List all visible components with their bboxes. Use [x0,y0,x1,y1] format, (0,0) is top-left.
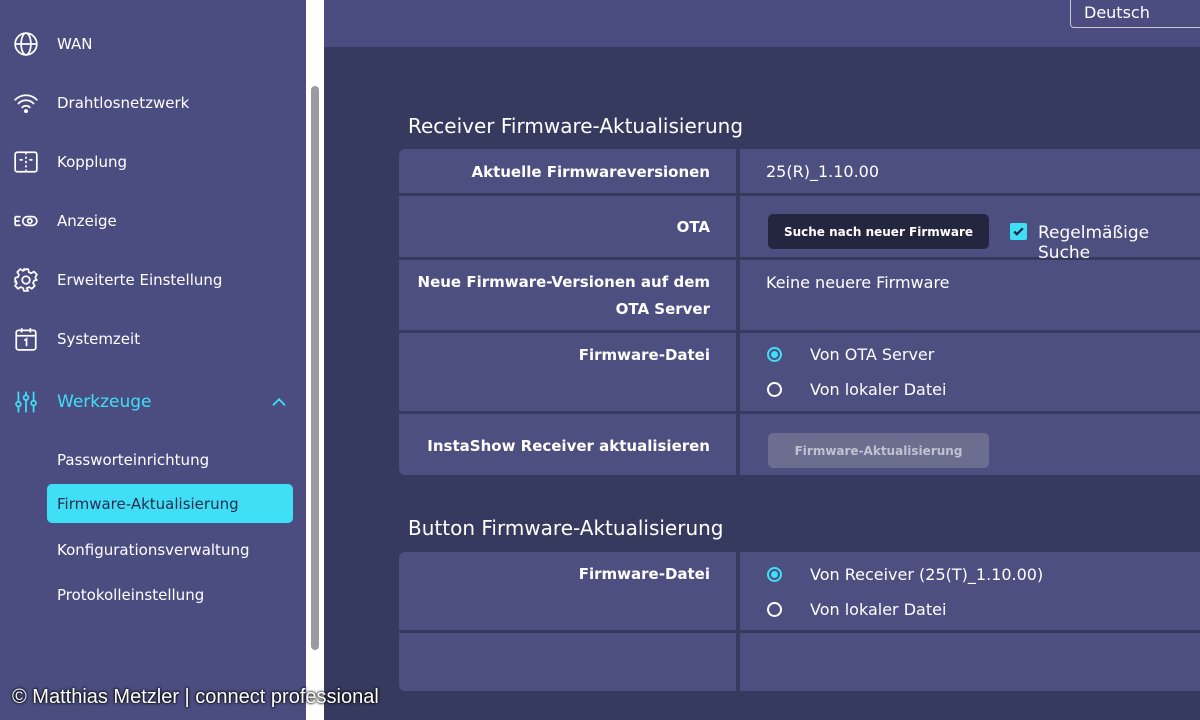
row-button-firmware-file: Firmware-Datei Von Receiver (25(T)_1.10.… [399,552,1200,630]
top-bar [324,0,1200,47]
radio-ota-server[interactable] [767,347,782,362]
scrollbar-thumb[interactable] [311,86,319,650]
row-firmware-file: Firmware-Datei Von OTA Server Von lokale… [399,333,1200,411]
sidebar-item-label: Anzeige [57,212,117,230]
sidebar-item-label: Erweiterte Einstellung [57,271,223,289]
row-label-cell: Aktuelle Firmwareversionen [399,149,736,193]
sidebar-subitem-firmware[interactable]: Firmware-Aktualisierung [47,484,293,523]
sidebar-item-label: Systemzeit [57,330,141,348]
sliders-icon [12,388,40,416]
radio-button-local-file[interactable] [767,602,782,617]
search-firmware-button[interactable]: Suche nach neuer Firmware [768,214,989,249]
row-value-cell: Keine neuere Firmware [740,260,1200,330]
sidebar-subitem-label: Protokolleinstellung [57,585,205,604]
check-icon [1013,227,1024,236]
sidebar-item-label: WAN [57,35,93,53]
sidebar-subitem-password[interactable]: Passworteinrichtung [47,440,293,479]
wifi-icon [12,89,40,117]
row-value-cell: Suche nach neuer Firmware Regelmäßige Su… [740,196,1200,263]
sidebar-subitem-log[interactable]: Protokolleinstellung [47,575,293,614]
row-ota: OTA Suche nach neuer Firmware Regelmäßig… [399,196,1200,263]
sidebar-item-system-time[interactable]: Systemzeit [0,316,306,362]
row-value-cell: Von OTA Server Von lokaler Datei [740,333,1200,411]
language-select[interactable]: Deutsch [1070,0,1200,28]
option-local-file-label: Von lokaler Datei [810,380,947,399]
option-from-receiver-label: Von Receiver (25(T)_1.10.00) [810,565,1044,584]
sidebar-item-advanced[interactable]: Erweiterte Einstellung [0,257,306,303]
copyright-watermark: © Matthias Metzler | connect professiona… [12,686,379,708]
sidebar-item-label: Kopplung [57,153,128,171]
sidebar-item-wireless[interactable]: Drahtlosnetzwerk [0,80,306,126]
new-versions-value: Keine neuere Firmware [766,273,950,292]
sidebar-item-wan[interactable]: WAN [0,21,306,67]
sidebar-subitem-label: Firmware-Aktualisierung [57,494,239,513]
sidebar-item-label: Werkzeuge [57,392,152,412]
sidebar-item-tools[interactable]: Werkzeuge [0,379,306,425]
current-firmware-label: Aktuelle Firmwareversionen [471,163,710,181]
receiver-section-title: Receiver Firmware-Aktualisierung [408,114,744,138]
row-label-cell: OTA [399,196,736,257]
ota-label: OTA [676,218,710,236]
regular-search-checkbox[interactable] [1010,223,1027,240]
row-value-cell [740,633,1200,691]
option-ota-server-label: Von OTA Server [810,345,935,364]
row-update-receiver: InstaShow Receiver aktualisieren Firmwar… [399,414,1200,475]
pairing-icon [12,148,40,176]
sidebar-item-pairing[interactable]: Kopplung [0,139,306,185]
row-label-cell: Neue Firmware-Versionen auf dem OTA Serv… [399,260,736,330]
sidebar: WAN Drahtlosnetzwerk Kopplung Anzeige Er… [0,0,306,720]
chevron-up-icon[interactable] [268,391,290,413]
new-versions-label-line2: OTA Server [615,300,710,318]
sidebar-item-display[interactable]: Anzeige [0,198,306,244]
row-value-cell: Von Receiver (25(T)_1.10.00) Von lokaler… [740,552,1200,630]
gear-icon [12,266,40,294]
row-label-cell: Firmware-Datei [399,552,736,630]
row-current-firmware: Aktuelle Firmwareversionen 25(R)_1.10.00 [399,149,1200,193]
row-label-cell [399,633,736,691]
sidebar-subitem-label: Passworteinrichtung [57,450,210,469]
new-versions-label-line1: Neue Firmware-Versionen auf dem [417,273,710,291]
radio-from-receiver[interactable] [767,567,782,582]
button-firmware-file-label: Firmware-Datei [578,565,710,583]
radio-local-file[interactable] [767,382,782,397]
option-button-local-file-label: Von lokaler Datei [810,600,947,619]
row-value-cell: 25(R)_1.10.00 [740,149,1200,193]
sidebar-subitem-label: Konfigurationsverwaltung [57,540,250,559]
button-section-title: Button Firmware-Aktualisierung [408,516,724,540]
current-firmware-value: 25(R)_1.10.00 [766,162,880,181]
sidebar-item-label: Drahtlosnetzwerk [57,94,190,112]
row-label-cell: InstaShow Receiver aktualisieren [399,414,736,475]
row-new-versions: Neue Firmware-Versionen auf dem OTA Serv… [399,260,1200,330]
row-label-cell: Firmware-Datei [399,333,736,411]
display-icon [12,207,40,235]
calendar-icon [12,325,40,353]
firmware-file-label: Firmware-Datei [578,346,710,364]
row-value-cell: Firmware-Aktualisierung [740,414,1200,475]
row-empty [399,633,1200,691]
globe-icon [12,30,40,58]
firmware-update-button[interactable]: Firmware-Aktualisierung [768,433,989,468]
update-receiver-label: InstaShow Receiver aktualisieren [427,437,710,455]
regular-search-label: Regelmäßige Suche [1038,223,1150,263]
sidebar-subitem-config[interactable]: Konfigurationsverwaltung [47,530,293,569]
